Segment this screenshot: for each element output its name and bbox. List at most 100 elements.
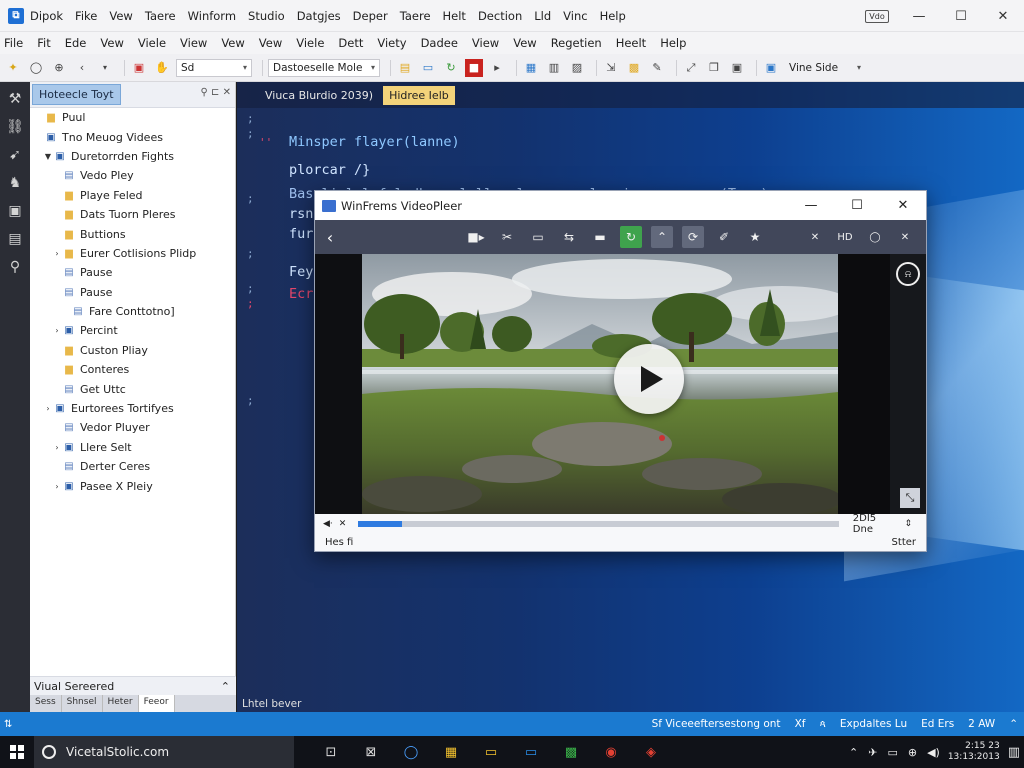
tab-main-file[interactable]: Viuca Blurdio 2039) bbox=[259, 86, 379, 105]
person-icon[interactable]: ⚲ bbox=[6, 258, 24, 276]
explorer-tab[interactable]: Hoteecle Toyt bbox=[32, 84, 121, 105]
wand-icon[interactable]: ✐ bbox=[713, 226, 735, 248]
title-menu-item[interactable]: Deper bbox=[353, 9, 388, 23]
resize-icon[interactable]: ⤢ bbox=[682, 59, 700, 77]
star-icon[interactable]: ★ bbox=[744, 226, 766, 248]
expanded-arrow-icon[interactable]: ▼ bbox=[43, 152, 53, 161]
menu-item[interactable]: Regetien bbox=[551, 36, 602, 50]
globe-icon[interactable]: ⊕ bbox=[50, 59, 68, 77]
link-icon[interactable]: ⛓ bbox=[6, 118, 24, 136]
menu-item[interactable]: Help bbox=[660, 36, 686, 50]
frame-icon[interactable]: ▭ bbox=[527, 226, 549, 248]
run-icon[interactable]: ♞ bbox=[6, 174, 24, 192]
mute-icon[interactable]: ✕ bbox=[339, 519, 347, 529]
paste-icon[interactable]: ▣ bbox=[728, 59, 746, 77]
status-item[interactable]: Expdaltes Lu bbox=[840, 718, 907, 730]
lock-icon[interactable]: ▤ bbox=[396, 59, 414, 77]
menu-item[interactable]: Vew bbox=[259, 36, 282, 50]
pointer-icon[interactable]: ➹ bbox=[6, 146, 24, 164]
title-menu-item[interactable]: Dipok bbox=[30, 9, 63, 23]
status-item[interactable]: Ed Ers bbox=[921, 718, 954, 730]
menu-item[interactable]: Dett bbox=[338, 36, 363, 50]
tray-icon[interactable]: ⌃ bbox=[849, 746, 858, 759]
taskbar-app-icon[interactable]: ▭ bbox=[514, 736, 548, 768]
volume-icon[interactable]: ◀· bbox=[323, 519, 333, 529]
window-icon[interactable]: ▣ bbox=[6, 202, 24, 220]
view-combo[interactable]: Vine Side ▾ bbox=[785, 59, 865, 77]
title-menu-item[interactable]: Fike bbox=[75, 9, 97, 23]
close-button[interactable]: ✕ bbox=[982, 0, 1024, 32]
menu-item[interactable]: Heelt bbox=[616, 36, 647, 50]
tray-icon[interactable]: ◀) bbox=[927, 746, 940, 759]
player-left-label[interactable]: Hes fi bbox=[325, 537, 353, 548]
config-combo[interactable]: Sd ▾ bbox=[176, 58, 252, 77]
expand-icon[interactable]: ⤡ bbox=[900, 488, 920, 508]
back-arrow-icon[interactable]: ‹ bbox=[315, 228, 345, 247]
target-combo[interactable]: Dastoeselle Mole ▾ bbox=[268, 58, 380, 77]
notification-bell-icon[interactable]: ⍾ bbox=[896, 262, 920, 286]
tree-item[interactable]: ▼ ▣ Duretorrden Fights bbox=[30, 147, 235, 166]
status-item[interactable]: Sf Viceeeftersestong ont bbox=[652, 718, 781, 730]
status-item[interactable]: ⌃ bbox=[1009, 718, 1018, 730]
tray-icon[interactable]: ✈ bbox=[868, 746, 877, 759]
refresh-icon[interactable]: ↻ bbox=[620, 226, 642, 248]
menu-item[interactable]: View bbox=[180, 36, 207, 50]
tree-item[interactable]: ▆ Puul bbox=[30, 108, 235, 127]
tree-item[interactable]: ▤ Fare Conttotno] bbox=[30, 302, 235, 321]
taskbar-app-icon[interactable]: ◉ bbox=[594, 736, 628, 768]
copy-icon[interactable]: ❐ bbox=[705, 59, 723, 77]
tree-item[interactable]: › ▣ Pasee X Pleiy bbox=[30, 476, 235, 495]
menu-item[interactable]: Ede bbox=[65, 36, 87, 50]
tree-item[interactable]: ▆ Buttions bbox=[30, 224, 235, 243]
taskbar-search[interactable]: VicetalStolic.com bbox=[34, 736, 294, 768]
title-menu-item[interactable]: Lld bbox=[534, 9, 551, 23]
collapsed-arrow-icon[interactable]: › bbox=[52, 482, 62, 491]
tray-icon[interactable]: ▭ bbox=[887, 746, 897, 759]
dropdown-icon[interactable]: ▾ bbox=[96, 59, 114, 77]
image-icon[interactable]: ▣ bbox=[130, 59, 148, 77]
footer-label[interactable]: Viual Sereered bbox=[34, 680, 114, 693]
menu-item[interactable]: Vew bbox=[100, 36, 123, 50]
chevron-up-icon[interactable]: ⌃ bbox=[221, 680, 230, 693]
tree-item[interactable]: ▤ Pause bbox=[30, 263, 235, 282]
title-menu-item[interactable]: Dection bbox=[478, 9, 522, 23]
folder-icon[interactable]: ▬ bbox=[589, 226, 611, 248]
record-icon[interactable]: ■▸ bbox=[465, 226, 487, 248]
player-maximize-button[interactable]: ☐ bbox=[834, 191, 880, 220]
move-icon[interactable]: ⇲ bbox=[602, 59, 620, 77]
player-close-button[interactable]: ✕ bbox=[880, 191, 926, 220]
tree-item[interactable]: ▣ Tno Meuog Videes bbox=[30, 127, 235, 146]
circle-icon[interactable]: ◯ bbox=[27, 59, 45, 77]
taskbar-app-icon[interactable]: ◈ bbox=[634, 736, 668, 768]
status-item[interactable]: 2 AW bbox=[968, 718, 995, 730]
video-player-window[interactable]: WinFrems VideoPleer — ☐ ✕ ‹ ■▸ ✂ ▭ ⇆ ▬ ↻ ⌃ ⟳ ✐ ★ … bbox=[314, 190, 927, 552]
refresh-icon[interactable]: ↻ bbox=[442, 59, 460, 77]
tree-item[interactable]: › ▆ Eurer Cotlisions Plidp bbox=[30, 244, 235, 263]
menu-item[interactable]: Fit bbox=[37, 36, 50, 50]
tab-hidden-file[interactable]: Hidree Ielb bbox=[383, 85, 455, 105]
tree-item[interactable]: ▆ Conteres bbox=[30, 360, 235, 379]
tree-item[interactable]: ▤ Get Uttc bbox=[30, 379, 235, 398]
cut-icon[interactable]: ✂ bbox=[496, 226, 518, 248]
solution-icon[interactable]: ▣ bbox=[762, 59, 780, 77]
explorer-header-icons[interactable]: ⚲ ⊏ ✕ bbox=[201, 87, 231, 98]
tree-item[interactable]: ▆ Playe Feled bbox=[30, 186, 235, 205]
star-icon[interactable]: ✦ bbox=[4, 59, 22, 77]
menu-item[interactable]: Dadee bbox=[421, 36, 458, 50]
taskbar-app-icon[interactable]: ▩ bbox=[554, 736, 588, 768]
back-icon[interactable]: ‹ bbox=[73, 59, 91, 77]
taskbar-app-icon[interactable]: ▦ bbox=[434, 736, 468, 768]
step-icon[interactable]: ⇆ bbox=[558, 226, 580, 248]
tree-item[interactable]: › ▣ Percint bbox=[30, 321, 235, 340]
seek-bar[interactable] bbox=[358, 521, 839, 527]
collapsed-arrow-icon[interactable]: › bbox=[52, 249, 62, 258]
chevron-updown-icon[interactable]: ⇕ bbox=[904, 519, 912, 529]
footer-tab[interactable]: Sess bbox=[30, 695, 62, 713]
taskbar-app-icon[interactable]: ▭ bbox=[474, 736, 508, 768]
layout-icon[interactable]: ▥ bbox=[545, 59, 563, 77]
tree-item[interactable]: ▤ Vedo Pley bbox=[30, 166, 235, 185]
hd-icon[interactable]: HD bbox=[834, 226, 856, 248]
clock[interactable]: 2:15 23 13:13:2013 bbox=[948, 741, 1000, 763]
menu-item[interactable]: View bbox=[472, 36, 499, 50]
curve-icon[interactable]: ⌃ bbox=[651, 226, 673, 248]
